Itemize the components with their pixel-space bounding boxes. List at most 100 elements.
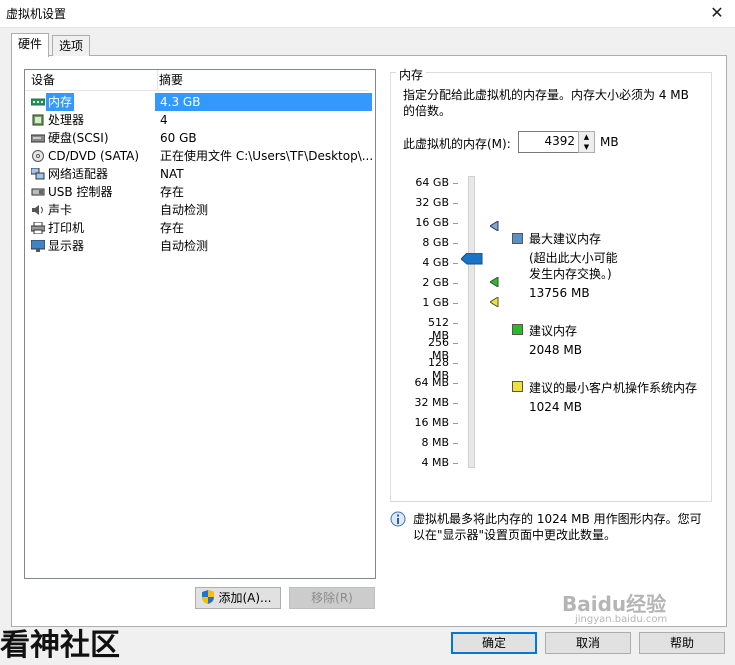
info-icon	[390, 511, 406, 527]
scale-tick	[453, 423, 458, 424]
title-bar: 虚拟机设置 ✕	[0, 0, 735, 28]
scale-tick	[453, 183, 458, 184]
scale-tick-label: 8 GB	[422, 236, 449, 249]
processor-icon	[32, 114, 44, 126]
printer-icon	[31, 222, 45, 234]
memory-input-value: 4392	[544, 134, 575, 148]
column-header-summary[interactable]: 摘要	[153, 70, 369, 91]
max-recommended-marker	[490, 221, 499, 231]
device-name: 网络适配器	[48, 167, 109, 181]
scale-tick-label: 4 GB	[422, 256, 449, 269]
device-name: 显示器	[48, 239, 85, 253]
scale-tick	[453, 243, 458, 244]
list-item-printer[interactable]: 打印机 存在	[25, 219, 375, 237]
guest-min-label: 建议的最小客户机操作系统内存	[529, 381, 698, 395]
shield-icon	[202, 590, 214, 604]
list-item-network[interactable]: 网络适配器 NAT	[25, 165, 375, 183]
device-name: 内存	[46, 93, 75, 111]
device-summary: NAT	[160, 167, 184, 181]
memory-description: 指定分配给此虚拟机的内存量。内存大小必须为 4 MB 的倍数。	[403, 88, 689, 118]
memory-icon	[31, 98, 45, 106]
device-name: 打印机	[48, 221, 85, 235]
add-button-label: 添加(A)...	[218, 591, 272, 605]
list-item-sound[interactable]: 声卡 自动检测	[25, 201, 375, 219]
scale-tick	[453, 443, 458, 444]
close-icon: ✕	[710, 3, 724, 22]
info-text: 虚拟机最多将此内存的 1024 MB 用作图形内存。您可以在"显示器"设置页面中…	[413, 512, 702, 542]
display-icon	[31, 240, 45, 252]
device-list[interactable]: 设备 摘要 内存 4.3 GB 处理器 4 硬盘(SCSI) 60 GB CD/…	[24, 69, 376, 579]
stepper-down-icon[interactable]: ▼	[579, 142, 594, 152]
max-recommended-value: 13756 MB	[529, 286, 590, 300]
device-summary: 正在使用文件 C:\Users\TF\Desktop\...	[160, 149, 374, 163]
recommended-label: 建议内存	[529, 324, 578, 338]
scale-tick	[453, 263, 458, 264]
recommended-marker	[490, 277, 499, 287]
guest-min-swatch	[512, 381, 523, 392]
scale-tick	[453, 203, 458, 204]
list-item-cdrom[interactable]: CD/DVD (SATA) 正在使用文件 C:\Users\TF\Desktop…	[25, 147, 375, 165]
column-header-device[interactable]: 设备	[25, 70, 158, 91]
memory-slider-track[interactable]	[468, 176, 475, 468]
memory-unit: MB	[600, 135, 619, 149]
scale-tick	[453, 343, 458, 344]
memory-slider-thumb[interactable]	[461, 253, 483, 265]
ok-button[interactable]: 确定	[451, 632, 537, 654]
usb-icon	[31, 188, 45, 196]
scale-tick-label: 32 MB	[414, 396, 449, 409]
scale-tick-label: 64 GB	[415, 176, 449, 189]
scale-tick	[453, 303, 458, 304]
list-item-display[interactable]: 显示器 自动检测	[25, 237, 375, 255]
device-name: USB 控制器	[48, 185, 113, 199]
scale-tick	[453, 463, 458, 464]
help-button[interactable]: 帮助	[639, 632, 725, 654]
sound-icon	[32, 205, 43, 215]
tab-hardware[interactable]: 硬件	[11, 33, 50, 57]
device-name: 声卡	[48, 203, 73, 217]
list-item-memory[interactable]: 内存 4.3 GB	[25, 93, 375, 111]
guest-min-marker	[490, 297, 499, 307]
cancel-button[interactable]: 取消	[545, 632, 631, 654]
memory-group-title: 内存	[396, 66, 427, 83]
window-title: 虚拟机设置	[6, 7, 67, 21]
remove-button[interactable]: 移除(R)	[289, 587, 375, 609]
network-icon	[31, 168, 45, 180]
scale-tick	[453, 323, 458, 324]
guest-min-value: 1024 MB	[529, 400, 582, 414]
list-item-usb[interactable]: USB 控制器 存在	[25, 183, 375, 201]
device-summary: 自动检测	[160, 239, 209, 253]
harddisk-icon	[31, 134, 45, 143]
device-summary: 4	[160, 113, 168, 127]
memory-input[interactable]: 4392	[518, 131, 582, 153]
device-name: 处理器	[48, 113, 85, 127]
add-button[interactable]: 添加(A)...	[195, 587, 281, 609]
scale-tick-label: 16 MB	[414, 416, 449, 429]
device-summary: 存在	[160, 221, 185, 235]
memory-label: 此虚拟机的内存(M):	[403, 137, 511, 151]
scale-tick	[453, 363, 458, 364]
max-recommended-note: (超出此大小可能 发生内存交换。)	[529, 251, 618, 281]
device-summary: 自动检测	[160, 203, 209, 217]
device-summary: 存在	[160, 185, 185, 199]
tab-options[interactable]: 选项	[52, 35, 91, 56]
scale-tick	[453, 283, 458, 284]
scale-tick-label: 16 GB	[415, 216, 449, 229]
scale-tick-label: 2 GB	[422, 276, 449, 289]
scale-tick	[453, 223, 458, 224]
recommended-swatch	[512, 324, 523, 335]
scale-tick	[453, 383, 458, 384]
scale-tick-label: 1 GB	[422, 296, 449, 309]
recommended-value: 2048 MB	[529, 343, 582, 357]
scale-tick-label: 8 MB	[421, 436, 449, 449]
close-button[interactable]: ✕	[700, 2, 734, 24]
memory-stepper[interactable]: ▲ ▼	[578, 131, 595, 153]
max-recommended-label: 最大建议内存	[529, 232, 602, 246]
stepper-up-icon[interactable]: ▲	[579, 132, 594, 142]
cdrom-icon	[32, 150, 44, 162]
scale-tick-label: 4 MB	[421, 456, 449, 469]
list-item-harddisk[interactable]: 硬盘(SCSI) 60 GB	[25, 129, 375, 147]
list-item-processor[interactable]: 处理器 4	[25, 111, 375, 129]
watermark-left: 看神社区	[0, 628, 120, 663]
scale-tick-label: 32 GB	[415, 196, 449, 209]
scale-tick-label: 64 MB	[414, 376, 449, 389]
